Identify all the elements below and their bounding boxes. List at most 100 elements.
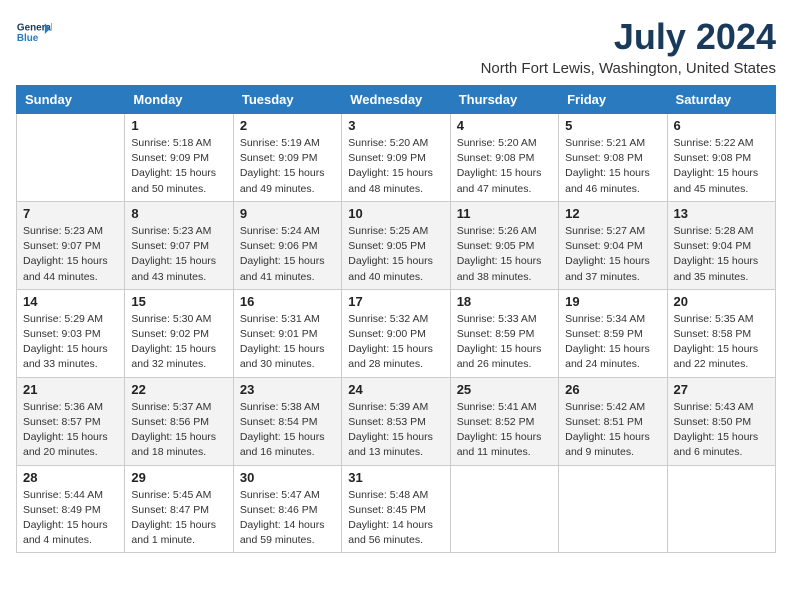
calendar-cell: 11 Sunrise: 5:26 AMSunset: 9:05 PMDayligh… [450, 201, 558, 289]
logo-icon: GeneralBlue [16, 16, 52, 52]
day-info: Sunrise: 5:47 AMSunset: 8:46 PMDaylight:… [240, 488, 335, 549]
day-info: Sunrise: 5:26 AMSunset: 9:05 PMDaylight:… [457, 224, 552, 285]
calendar-cell: 8 Sunrise: 5:23 AMSunset: 9:07 PMDaylight… [125, 201, 233, 289]
logo: GeneralBlue [16, 16, 52, 52]
day-info: Sunrise: 5:20 AMSunset: 9:09 PMDaylight:… [348, 136, 443, 197]
day-info: Sunrise: 5:30 AMSunset: 9:02 PMDaylight:… [131, 312, 226, 373]
day-number: 9 [240, 206, 335, 221]
calendar-cell: 28 Sunrise: 5:44 AMSunset: 8:49 PMDayligh… [17, 465, 125, 553]
calendar-cell: 9 Sunrise: 5:24 AMSunset: 9:06 PMDaylight… [233, 201, 341, 289]
day-info: Sunrise: 5:24 AMSunset: 9:06 PMDaylight:… [240, 224, 335, 285]
day-info: Sunrise: 5:23 AMSunset: 9:07 PMDaylight:… [23, 224, 118, 285]
calendar-cell: 16 Sunrise: 5:31 AMSunset: 9:01 PMDayligh… [233, 289, 341, 377]
calendar-cell: 12 Sunrise: 5:27 AMSunset: 9:04 PMDayligh… [559, 201, 667, 289]
calendar-cell: 31 Sunrise: 5:48 AMSunset: 8:45 PMDayligh… [342, 465, 450, 553]
calendar-cell: 7 Sunrise: 5:23 AMSunset: 9:07 PMDaylight… [17, 201, 125, 289]
calendar-week-2: 7 Sunrise: 5:23 AMSunset: 9:07 PMDaylight… [17, 201, 776, 289]
day-number: 29 [131, 470, 226, 485]
calendar-cell: 27Sunrise: 5:43 AMSunset: 8:50 PMDayligh… [667, 377, 775, 465]
calendar-cell [450, 465, 558, 553]
day-number: 10 [348, 206, 443, 221]
day-number: 16 [240, 294, 335, 309]
calendar-header-row: SundayMondayTuesdayWednesdayThursdayFrid… [17, 86, 776, 114]
calendar-week-5: 28 Sunrise: 5:44 AMSunset: 8:49 PMDayligh… [17, 465, 776, 553]
calendar-cell: 17 Sunrise: 5:32 AMSunset: 9:00 PMDayligh… [342, 289, 450, 377]
page-header: GeneralBlue July 2024 North Fort Lewis, … [16, 16, 776, 77]
header-tuesday: Tuesday [233, 86, 341, 114]
day-number: 8 [131, 206, 226, 221]
day-info: Sunrise: 5:25 AMSunset: 9:05 PMDaylight:… [348, 224, 443, 285]
day-info: Sunrise: 5:18 AMSunset: 9:09 PMDaylight:… [131, 136, 226, 197]
day-number: 6 [674, 118, 769, 133]
day-info: Sunrise: 5:19 AMSunset: 9:09 PMDaylight:… [240, 136, 335, 197]
calendar-cell: 14Sunrise: 5:29 AMSunset: 9:03 PMDayligh… [17, 289, 125, 377]
day-info: Sunrise: 5:21 AMSunset: 9:08 PMDaylight:… [565, 136, 660, 197]
day-number: 15 [131, 294, 226, 309]
day-info: Sunrise: 5:42 AMSunset: 8:51 PMDaylight:… [565, 400, 660, 461]
calendar-cell: 4 Sunrise: 5:20 AMSunset: 9:08 PMDaylight… [450, 114, 558, 202]
day-number: 30 [240, 470, 335, 485]
day-number: 26 [565, 382, 660, 397]
calendar-week-3: 14Sunrise: 5:29 AMSunset: 9:03 PMDayligh… [17, 289, 776, 377]
day-number: 12 [565, 206, 660, 221]
day-number: 3 [348, 118, 443, 133]
calendar-cell: 26 Sunrise: 5:42 AMSunset: 8:51 PMDayligh… [559, 377, 667, 465]
calendar-cell: 19 Sunrise: 5:34 AMSunset: 8:59 PMDayligh… [559, 289, 667, 377]
header-monday: Monday [125, 86, 233, 114]
day-info: Sunrise: 5:32 AMSunset: 9:00 PMDaylight:… [348, 312, 443, 373]
day-info: Sunrise: 5:22 AMSunset: 9:08 PMDaylight:… [674, 136, 769, 197]
day-number: 2 [240, 118, 335, 133]
calendar-table: SundayMondayTuesdayWednesdayThursdayFrid… [16, 85, 776, 553]
calendar-cell: 25 Sunrise: 5:41 AMSunset: 8:52 PMDayligh… [450, 377, 558, 465]
header-saturday: Saturday [667, 86, 775, 114]
day-number: 13 [674, 206, 769, 221]
day-info: Sunrise: 5:29 AMSunset: 9:03 PMDaylight:… [23, 312, 118, 373]
header-friday: Friday [559, 86, 667, 114]
calendar-cell: 24 Sunrise: 5:39 AMSunset: 8:53 PMDayligh… [342, 377, 450, 465]
calendar-cell: 13 Sunrise: 5:28 AMSunset: 9:04 PMDayligh… [667, 201, 775, 289]
month-title: July 2024 [481, 16, 776, 58]
day-info: Sunrise: 5:34 AMSunset: 8:59 PMDaylight:… [565, 312, 660, 373]
day-number: 31 [348, 470, 443, 485]
day-number: 4 [457, 118, 552, 133]
day-info: Sunrise: 5:39 AMSunset: 8:53 PMDaylight:… [348, 400, 443, 461]
calendar-cell: 5 Sunrise: 5:21 AMSunset: 9:08 PMDaylight… [559, 114, 667, 202]
day-info: Sunrise: 5:35 AMSunset: 8:58 PMDaylight:… [674, 312, 769, 373]
day-number: 27 [674, 382, 769, 397]
day-info: Sunrise: 5:48 AMSunset: 8:45 PMDaylight:… [348, 488, 443, 549]
day-number: 22 [131, 382, 226, 397]
location: North Fort Lewis, Washington, United Sta… [481, 60, 776, 77]
day-info: Sunrise: 5:20 AMSunset: 9:08 PMDaylight:… [457, 136, 552, 197]
day-info: Sunrise: 5:41 AMSunset: 8:52 PMDaylight:… [457, 400, 552, 461]
header-wednesday: Wednesday [342, 86, 450, 114]
day-info: Sunrise: 5:38 AMSunset: 8:54 PMDaylight:… [240, 400, 335, 461]
day-number: 19 [565, 294, 660, 309]
calendar-cell: 30 Sunrise: 5:47 AMSunset: 8:46 PMDayligh… [233, 465, 341, 553]
day-info: Sunrise: 5:44 AMSunset: 8:49 PMDaylight:… [23, 488, 118, 549]
calendar-week-1: 1 Sunrise: 5:18 AMSunset: 9:09 PMDaylight… [17, 114, 776, 202]
header-sunday: Sunday [17, 86, 125, 114]
day-number: 24 [348, 382, 443, 397]
calendar-cell: 15 Sunrise: 5:30 AMSunset: 9:02 PMDayligh… [125, 289, 233, 377]
day-number: 28 [23, 470, 118, 485]
calendar-cell [17, 114, 125, 202]
calendar-cell: 18Sunrise: 5:33 AMSunset: 8:59 PMDayligh… [450, 289, 558, 377]
day-number: 5 [565, 118, 660, 133]
calendar-cell: 21Sunrise: 5:36 AMSunset: 8:57 PMDayligh… [17, 377, 125, 465]
day-number: 25 [457, 382, 552, 397]
day-info: Sunrise: 5:23 AMSunset: 9:07 PMDaylight:… [131, 224, 226, 285]
day-info: Sunrise: 5:27 AMSunset: 9:04 PMDaylight:… [565, 224, 660, 285]
day-info: Sunrise: 5:31 AMSunset: 9:01 PMDaylight:… [240, 312, 335, 373]
day-info: Sunrise: 5:36 AMSunset: 8:57 PMDaylight:… [23, 400, 118, 461]
day-number: 1 [131, 118, 226, 133]
calendar-cell: 23Sunrise: 5:38 AMSunset: 8:54 PMDayligh… [233, 377, 341, 465]
day-number: 17 [348, 294, 443, 309]
day-info: Sunrise: 5:28 AMSunset: 9:04 PMDaylight:… [674, 224, 769, 285]
day-number: 11 [457, 206, 552, 221]
calendar-cell: 22Sunrise: 5:37 AMSunset: 8:56 PMDayligh… [125, 377, 233, 465]
calendar-cell: 29Sunrise: 5:45 AMSunset: 8:47 PMDayligh… [125, 465, 233, 553]
day-number: 7 [23, 206, 118, 221]
calendar-cell: 6 Sunrise: 5:22 AMSunset: 9:08 PMDaylight… [667, 114, 775, 202]
day-number: 20 [674, 294, 769, 309]
day-info: Sunrise: 5:33 AMSunset: 8:59 PMDaylight:… [457, 312, 552, 373]
